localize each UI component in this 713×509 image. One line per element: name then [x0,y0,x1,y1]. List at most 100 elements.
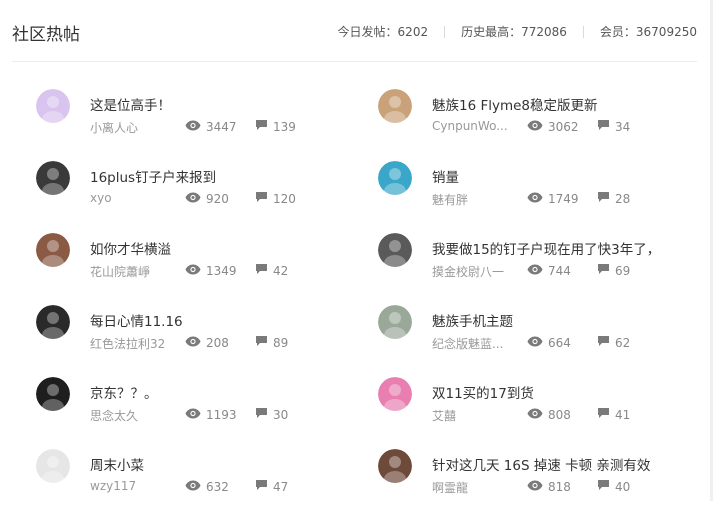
user-avatar[interactable] [36,377,70,411]
user-avatar[interactable] [36,305,70,339]
post-item[interactable]: 销量魅有胖 1749 28 [378,161,713,221]
view-count-value: 818 [548,479,571,494]
post-author-link[interactable]: 花山院蕭崢 [90,263,180,280]
post-author-link[interactable]: xyo [90,191,180,205]
post-title-link[interactable]: 魅族16 Flyme8稳定版更新 [432,94,598,114]
post-meta: 1749 28 [527,191,630,206]
stat-members: 会员：36709250 [599,25,697,39]
reply-count: 62 [597,335,630,350]
view-count: 1193 [185,408,255,422]
reply-count: 47 [255,479,288,494]
post-author-link[interactable]: CynpunWo... [432,119,522,133]
post-author-link[interactable]: 魅有胖 [432,191,522,208]
eye-icon [527,480,543,494]
reply-count-value: 40 [615,479,631,494]
section-title: 社区热帖 [12,25,80,45]
view-count: 3447 [185,120,255,134]
post-title-link[interactable]: 京东？？。 [90,382,158,402]
reply-count-value: 47 [273,479,289,494]
view-count-value: 1349 [206,263,237,278]
comment-icon [255,263,268,278]
user-avatar[interactable] [378,89,412,123]
view-count: 920 [185,192,255,206]
view-count: 1349 [185,264,255,278]
post-title-link[interactable]: 针对这几天 16S 掉速 卡顿 亲测有效 [432,454,650,474]
post-meta: 208 89 [185,335,288,350]
view-count-value: 920 [206,191,229,206]
post-author-link[interactable]: 啊霊龍 [432,479,522,496]
post-meta: 632 47 [185,479,288,494]
post-author-link[interactable]: 摸金校尉八一 [432,263,522,280]
post-title-link[interactable]: 销量 [432,166,459,186]
user-avatar[interactable] [378,377,412,411]
post-item[interactable]: 我要做15的钉子户现在用了快3年了， 摸金校尉八一 744 69 [378,233,713,293]
post-title-link[interactable]: 周末小菜 [90,454,144,474]
post-item[interactable]: 京东？？。思念太久 1193 30 [36,377,376,437]
reply-count-value: 62 [615,335,631,350]
post-item[interactable]: 魅族手机主题 纪念版魅蓝... 664 62 [378,305,713,365]
post-title-link[interactable]: 每日心情11.16 [90,310,183,330]
reply-count: 40 [597,479,630,494]
post-item[interactable]: 每日心情11.16 红色法拉利32 208 89 [36,305,376,365]
user-avatar[interactable] [36,161,70,195]
view-count: 808 [527,408,597,422]
post-meta: 1193 30 [185,407,288,422]
post-author-link[interactable]: 思念太久 [90,407,180,424]
user-avatar[interactable] [378,233,412,267]
reply-count: 69 [597,263,630,278]
post-title-link[interactable]: 如你才华横溢 [90,238,171,258]
comment-icon [255,119,268,134]
hot-posts-header: 社区热帖 今日发帖：6202 历史最高：772086 会员：36709250 [12,0,697,62]
eye-icon [185,120,201,134]
view-count: 3062 [527,120,597,134]
view-count: 1749 [527,192,597,206]
post-title-link[interactable]: 双11买的17到货 [432,382,534,402]
post-author-link[interactable]: 艾囍 [432,407,522,424]
user-avatar[interactable] [36,449,70,483]
post-item[interactable]: 魅族16 Flyme8稳定版更新 CynpunWo... 3062 34 [378,89,713,149]
view-count-value: 632 [206,479,229,494]
user-avatar[interactable] [36,233,70,267]
view-count-value: 3447 [206,119,237,134]
forum-stats: 今日发帖：6202 历史最高：772086 会员：36709250 [338,23,697,40]
post-item[interactable]: 周末小菜 wzy117 632 47 [36,449,376,509]
post-author-link[interactable]: 小离人心 [90,119,180,136]
user-avatar[interactable] [378,305,412,339]
eye-icon [527,264,543,278]
view-count-value: 1749 [548,191,579,206]
post-title-link[interactable]: 这是位高手！ [90,94,171,114]
reply-count-value: 89 [273,335,289,350]
post-item[interactable]: 如你才华横溢 花山院蕭崢 1349 42 [36,233,376,293]
view-count-value: 208 [206,335,229,350]
comment-icon [597,191,610,206]
post-meta: 920 120 [185,191,296,206]
post-title-link[interactable]: 16plus钉子户来报到 [90,166,216,186]
post-item[interactable]: 针对这几天 16S 掉速 卡顿 亲测有效 啊霊龍 818 40 [378,449,713,509]
stat-today-posts: 今日发帖：6202 [337,25,429,39]
view-count: 664 [527,336,597,350]
reply-count: 30 [255,407,288,422]
post-item[interactable]: 这是位高手！ 小离人心 3447 139 [36,89,376,149]
post-item[interactable]: 双11买的17到货 艾囍 808 41 [378,377,713,437]
post-author-link[interactable]: wzy117 [90,479,180,493]
post-title-link[interactable]: 我要做15的钉子户现在用了快3年了， [432,238,660,258]
view-count: 818 [527,480,597,494]
post-author-link[interactable]: 纪念版魅蓝... [432,335,522,352]
user-avatar[interactable] [378,161,412,195]
reply-count-value: 69 [615,263,631,278]
eye-icon [527,120,543,134]
view-count-value: 664 [548,335,571,350]
reply-count: 28 [597,191,630,206]
post-title-link[interactable]: 魅族手机主题 [432,310,513,330]
post-item[interactable]: 16plus钉子户来报到 xyo 920 120 [36,161,376,221]
view-count-value: 3062 [548,119,579,134]
stat-divider [444,25,446,38]
reply-count-value: 41 [615,407,631,422]
view-count-value: 744 [548,263,571,278]
post-author-link[interactable]: 红色法拉利32 [90,335,180,352]
reply-count-value: 28 [615,191,631,206]
reply-count-value: 120 [273,191,296,206]
user-avatar[interactable] [378,449,412,483]
user-avatar[interactable] [36,89,70,123]
reply-count: 41 [597,407,630,422]
